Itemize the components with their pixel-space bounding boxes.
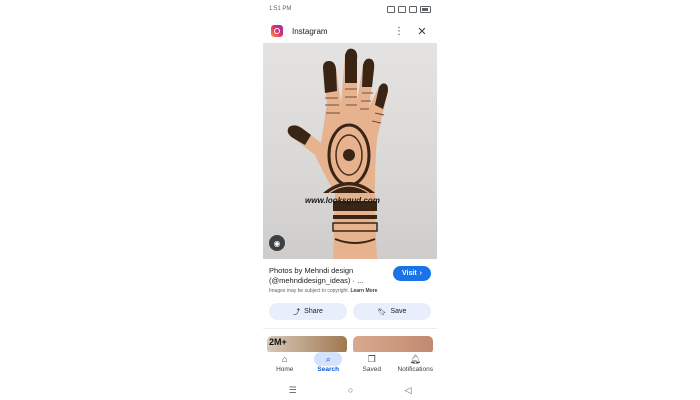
nav-notifications[interactable]: 🔔︎ Notifications bbox=[395, 352, 435, 382]
more-options-icon[interactable]: ⋮ bbox=[393, 26, 405, 37]
signal-icon bbox=[409, 5, 417, 13]
nav-saved-label: Saved bbox=[362, 366, 381, 373]
status-bar: 1:51 PM bbox=[269, 4, 431, 14]
share-button[interactable]: ⤴ Share bbox=[269, 303, 347, 320]
thumbnail-label: 2M+ bbox=[269, 337, 287, 347]
close-icon[interactable]: ✕ bbox=[415, 25, 429, 38]
nav-saved[interactable]: ❐ Saved bbox=[352, 352, 392, 382]
learn-more-link[interactable]: Learn More bbox=[350, 288, 377, 294]
battery-icon bbox=[420, 5, 431, 13]
home-icon: ⌂ bbox=[282, 354, 288, 364]
status-time: 1:51 PM bbox=[269, 6, 292, 12]
result-image[interactable]: www.looksgud.com ◉ bbox=[263, 43, 437, 259]
source-app-title: Instagram bbox=[292, 26, 328, 36]
bell-icon: 🔔︎ bbox=[409, 353, 421, 364]
search-icon: ⌕ bbox=[314, 352, 343, 366]
saved-icon: ❐ bbox=[367, 353, 376, 364]
nav-notifications-label: Notifications bbox=[397, 366, 433, 373]
visit-button[interactable]: Visit › bbox=[393, 266, 431, 281]
share-icon: ⤴ bbox=[293, 308, 301, 316]
save-button[interactable]: 🔖︎ Save bbox=[353, 303, 431, 320]
divider bbox=[263, 328, 437, 329]
nav-search-label: Search bbox=[317, 366, 340, 373]
status-icons bbox=[387, 5, 431, 13]
phone-screen: 1:51 PM Instagram ⋮ ✕ www.looksgud.com ◉… bbox=[263, 0, 437, 400]
bookmark-icon: 🔖︎ bbox=[377, 308, 387, 316]
result-info: Photos by Mehndi design (@mehndidesign_i… bbox=[269, 266, 431, 294]
google-lens-icon[interactable]: ◉ bbox=[269, 235, 285, 251]
visit-label: Visit bbox=[402, 270, 417, 277]
save-label: Save bbox=[390, 308, 407, 315]
nav-home-label: Home bbox=[276, 366, 294, 373]
chevron-right-icon: › bbox=[419, 270, 422, 277]
copyright-text: Images may be subject to copyright. bbox=[269, 288, 350, 294]
nav-home[interactable]: ⌂ Home bbox=[265, 352, 305, 382]
nav-search[interactable]: ⌕ Search bbox=[308, 352, 348, 382]
image-watermark: www.looksgud.com bbox=[305, 196, 380, 205]
home-circle-icon[interactable]: ○ bbox=[348, 385, 353, 395]
wifi-icon bbox=[398, 5, 406, 13]
vibrate-icon bbox=[387, 5, 395, 13]
copyright-notice: Images may be subject to copyright. Lear… bbox=[269, 288, 431, 294]
app-bar: Instagram ⋮ ✕ bbox=[271, 22, 429, 40]
system-navigation: ☰ ○ ◁ bbox=[263, 383, 437, 397]
action-buttons: ⤴ Share 🔖︎ Save bbox=[269, 303, 431, 320]
share-label: Share bbox=[304, 308, 323, 315]
instagram-icon bbox=[271, 25, 283, 37]
bottom-navigation: ⌂ Home ⌕ Search ❐ Saved 🔔︎ Notifications bbox=[263, 352, 437, 382]
henna-hand-illustration bbox=[287, 48, 388, 259]
result-title[interactable]: Photos by Mehndi design (@mehndidesign_i… bbox=[269, 266, 379, 286]
back-icon[interactable]: ◁ bbox=[404, 385, 411, 396]
recent-apps-icon[interactable]: ☰ bbox=[289, 385, 297, 396]
